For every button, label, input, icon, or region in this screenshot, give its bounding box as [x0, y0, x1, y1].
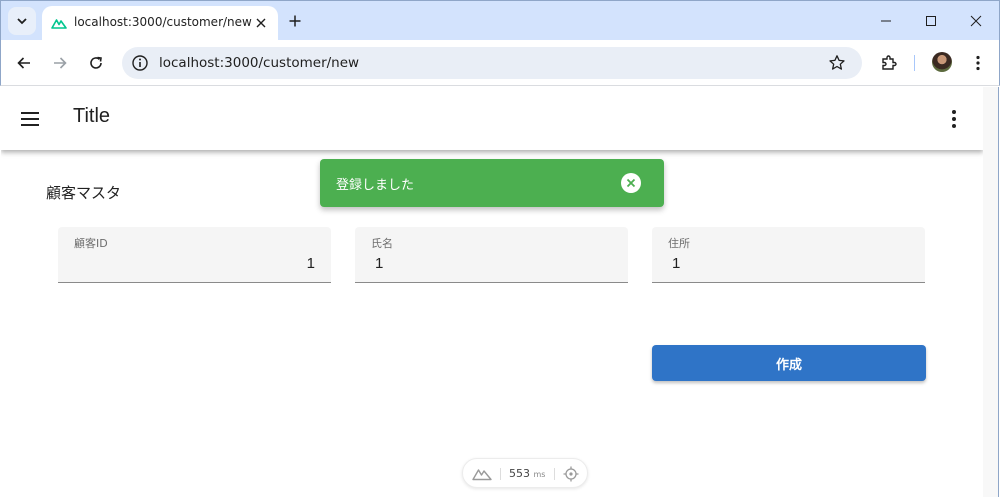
close-icon [256, 18, 266, 28]
address-field[interactable]: 住所 1 [652, 227, 925, 283]
nuxt-devtools-pill[interactable]: 553 ms [462, 458, 588, 488]
address-bar[interactable]: localhost:3000/customer/new [122, 47, 862, 79]
app-title: Title [73, 105, 111, 127]
field-value[interactable]: 1 [672, 255, 680, 272]
customer-name-field[interactable]: 氏名 1 [355, 227, 628, 283]
more-vertical-icon [976, 55, 980, 71]
tab-title: localhost:3000/customer/new [74, 15, 252, 29]
back-button[interactable] [12, 51, 36, 75]
forward-button[interactable] [48, 51, 72, 75]
success-snackbar: 登録しました [320, 159, 664, 207]
tab-close-button[interactable] [252, 14, 270, 32]
field-value[interactable]: 1 [375, 255, 383, 272]
close-icon [970, 15, 982, 27]
browser-toolbar: localhost:3000/customer/new [0, 40, 1000, 86]
maximize-button[interactable] [919, 9, 943, 33]
window-close-button[interactable] [964, 9, 988, 33]
nuxt-logo-icon [472, 469, 492, 481]
arrow-right-icon [54, 57, 67, 69]
chevron-down-icon [17, 18, 27, 25]
reload-button[interactable] [84, 51, 108, 75]
field-label: 住所 [668, 237, 690, 250]
nuxt-favicon-icon [51, 19, 67, 29]
crosshair-icon[interactable] [563, 466, 579, 482]
field-label: 氏名 [371, 237, 393, 250]
new-tab-button[interactable] [284, 10, 306, 32]
divider [554, 468, 555, 480]
field-label: 顧客ID [74, 237, 108, 250]
reload-icon [90, 56, 102, 69]
page-title: 顧客マスタ [46, 184, 122, 202]
divider [500, 468, 501, 480]
maximize-icon [926, 16, 936, 26]
field-value[interactable]: 1 [307, 255, 315, 272]
tab-strip: localhost:3000/customer/new [0, 0, 1000, 41]
snackbar-message: 登録しました [336, 178, 415, 193]
puzzle-icon [882, 55, 897, 70]
site-info-icon[interactable] [131, 54, 149, 72]
tab-search-button[interactable] [8, 7, 36, 35]
close-icon [626, 178, 636, 188]
app-bar: Title [1, 87, 983, 150]
minimize-button[interactable] [874, 9, 898, 33]
plus-icon [289, 15, 301, 27]
minimize-icon [881, 20, 891, 22]
bookmark-star-icon[interactable] [828, 54, 846, 72]
create-button[interactable]: 作成 [652, 345, 926, 381]
url-text[interactable]: localhost:3000/customer/new [159, 55, 359, 71]
vertical-scrollbar[interactable] [983, 87, 999, 497]
menu-icon[interactable] [19, 108, 41, 130]
toolbar-divider [914, 55, 915, 71]
active-tab[interactable]: localhost:3000/customer/new [42, 6, 278, 41]
app-more-button[interactable] [945, 108, 963, 130]
snackbar-close-button[interactable] [621, 173, 641, 193]
profile-avatar[interactable] [932, 52, 952, 72]
render-time: 553 ms [509, 467, 546, 480]
extensions-button[interactable] [877, 51, 901, 75]
page-viewport: Title 顧客マスタ 顧客ID 1 氏名 1 住所 1 作成 登録しました 5… [1, 87, 983, 497]
arrow-left-icon [17, 57, 30, 69]
browser-menu-button[interactable] [966, 51, 990, 75]
customer-id-field[interactable]: 顧客ID 1 [58, 227, 331, 283]
